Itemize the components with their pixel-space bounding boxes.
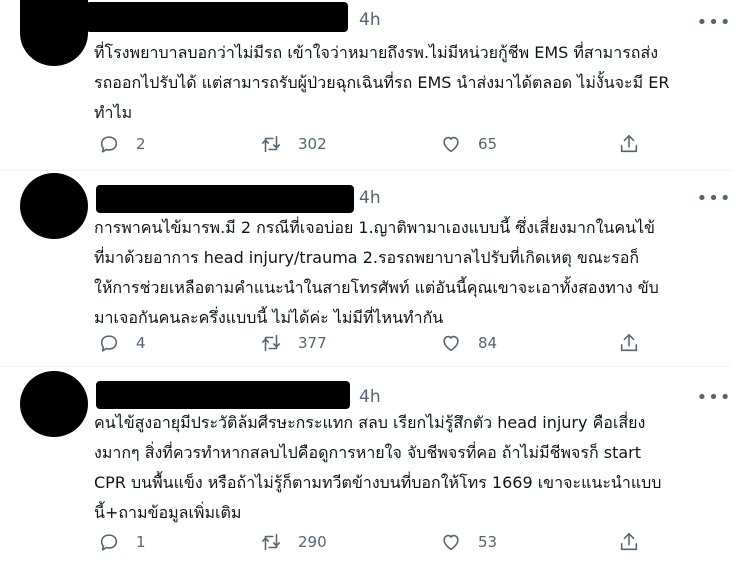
share-icon: [620, 134, 638, 153]
like-count: 65: [478, 135, 498, 153]
tweet[interactable]: 4h ••• คนไข้สูงอายุมีประวัติล้มศีรษะกระแ…: [0, 367, 732, 563]
more-icon[interactable]: •••: [697, 187, 731, 211]
avatar[interactable]: [20, 371, 88, 437]
retweet-count: 377: [298, 334, 327, 352]
retweet-icon: [261, 135, 281, 153]
more-icon[interactable]: •••: [697, 386, 731, 410]
retweet-button[interactable]: 302: [260, 132, 327, 156]
redacted-username: [96, 381, 350, 409]
like-icon: [443, 136, 459, 153]
reply-icon: [100, 335, 118, 352]
reply-icon: [100, 534, 118, 551]
retweet-icon: [261, 334, 281, 352]
tweet-actions: 2 302 65: [94, 132, 714, 156]
like-icon: [443, 534, 459, 551]
like-button[interactable]: 84: [440, 331, 497, 355]
redacted-username: [86, 2, 348, 32]
like-button[interactable]: 65: [440, 132, 497, 156]
share-button[interactable]: [618, 132, 640, 156]
tweet-text: การพาคนไข้มารพ.มี 2 กรณีที่เจอบ่อย 1.ญาต…: [94, 218, 659, 327]
timestamp[interactable]: 4h: [359, 10, 381, 30]
retweet-icon: [261, 533, 281, 551]
like-count: 53: [478, 533, 498, 551]
reply-button[interactable]: 1: [98, 530, 146, 554]
like-icon: [443, 335, 459, 352]
reply-button[interactable]: 4: [98, 331, 146, 355]
retweet-count: 290: [298, 533, 327, 551]
reply-icon: [100, 136, 118, 153]
tweet-actions: 1 290 53: [94, 530, 714, 554]
retweet-count: 302: [298, 135, 327, 153]
reply-button[interactable]: 2: [98, 132, 146, 156]
tweet-text: ที่โรงพยาบาลบอกว่าไม่มีรถ เข้าใจว่าหมายถ…: [94, 43, 670, 122]
like-count: 84: [478, 334, 498, 352]
avatar[interactable]: [20, 0, 88, 66]
redacted-username: [96, 185, 354, 213]
more-icon[interactable]: •••: [697, 11, 731, 35]
tweet-feed: 4h ••• ที่โรงพยาบาลบอกว่าไม่มีรถ เข้าใจว…: [0, 0, 732, 563]
retweet-button[interactable]: 377: [260, 331, 327, 355]
tweet[interactable]: 4h ••• ที่โรงพยาบาลบอกว่าไม่มีรถ เข้าใจว…: [0, 0, 732, 170]
reply-count: 4: [136, 334, 146, 352]
like-button[interactable]: 53: [440, 530, 497, 554]
tweet-actions: 4 377 84: [94, 331, 714, 355]
reply-count: 1: [136, 533, 146, 551]
tweet[interactable]: 4h ••• การพาคนไข้มารพ.มี 2 กรณีที่เจอบ่อ…: [0, 171, 732, 366]
retweet-button[interactable]: 290: [260, 530, 327, 554]
share-button[interactable]: [618, 331, 640, 355]
tweet-text: คนไข้สูงอายุมีประวัติล้มศีรษะกระแทก สลบ …: [94, 413, 662, 522]
share-icon: [620, 532, 638, 551]
reply-count: 2: [136, 135, 146, 153]
timestamp[interactable]: 4h: [359, 188, 381, 208]
share-button[interactable]: [618, 530, 640, 554]
timestamp[interactable]: 4h: [359, 387, 381, 407]
avatar[interactable]: [20, 173, 88, 239]
share-icon: [620, 333, 638, 352]
